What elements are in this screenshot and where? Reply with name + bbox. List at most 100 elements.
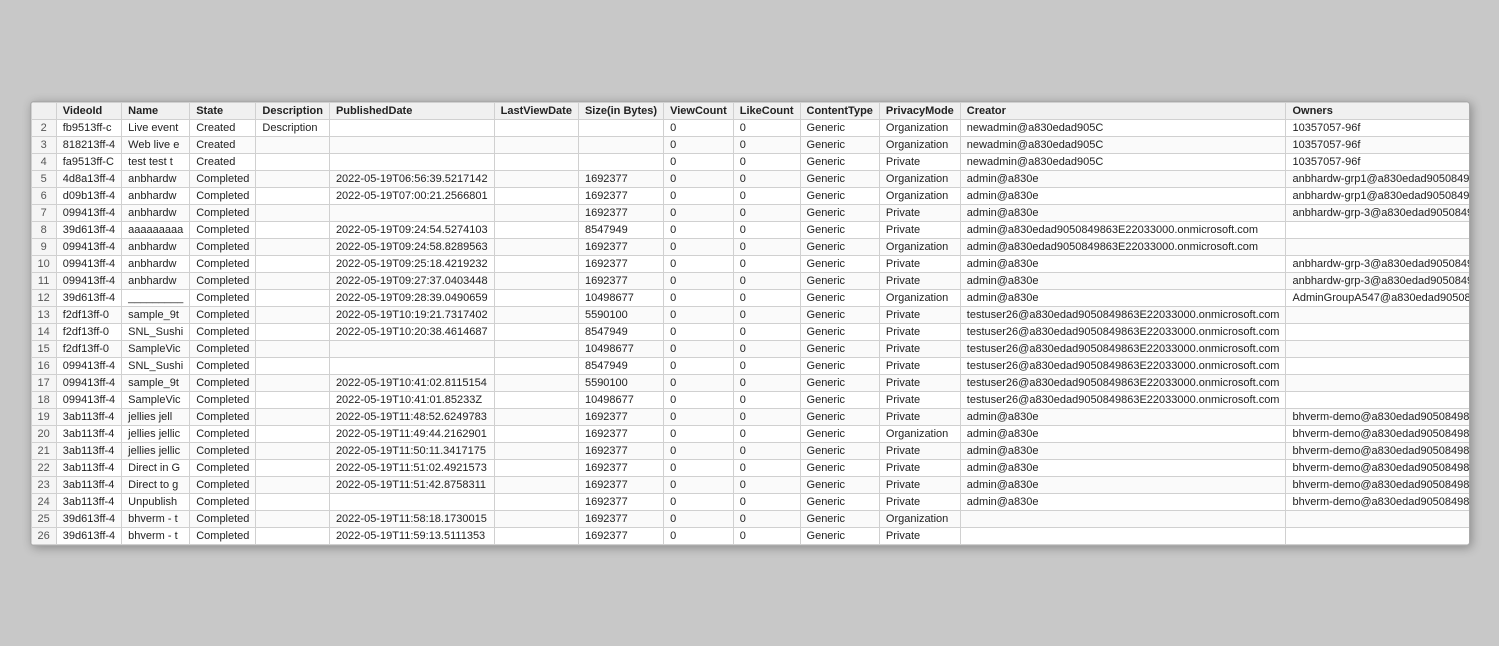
table-row[interactable]: 54d8a13ff-4anbhardwCompleted2022-05-19T0… — [31, 170, 1469, 187]
table-row[interactable]: 839d613ff-4aaaaaaaaaCompleted2022-05-19T… — [31, 221, 1469, 238]
cell-name: jellies jellic — [122, 425, 190, 442]
table-row[interactable]: 15f2df13ff-0SampleVicCompleted1049867700… — [31, 340, 1469, 357]
table-row[interactable]: 9099413ff-4anbhardwCompleted2022-05-19T0… — [31, 238, 1469, 255]
cell-creator: testuser26@a830edad9050849863E22033000.o… — [960, 391, 1286, 408]
cell-publisheddate: 2022-05-19T11:48:52.6249783 — [329, 408, 494, 425]
cell-videoid: d09b13ff-4 — [56, 187, 121, 204]
table-row[interactable]: 16099413ff-4SNL_SushiCompleted854794900G… — [31, 357, 1469, 374]
table-row[interactable]: 14f2df13ff-0SNL_SushiCompleted2022-05-19… — [31, 323, 1469, 340]
table-row[interactable]: 17099413ff-4sample_9tCompleted2022-05-19… — [31, 374, 1469, 391]
cell-viewcount: 0 — [664, 221, 734, 238]
cell-name: sample_9t — [122, 374, 190, 391]
row-number: 13 — [31, 306, 56, 323]
cell-creator: testuser26@a830edad9050849863E22033000.o… — [960, 374, 1286, 391]
cell-name: anbhardw — [122, 255, 190, 272]
table-row[interactable]: 7099413ff-4anbhardwCompleted169237700Gen… — [31, 204, 1469, 221]
table-row[interactable]: 2539d613ff-4bhverm - tCompleted2022-05-1… — [31, 510, 1469, 527]
cell-description — [256, 493, 330, 510]
cell-size-in-bytes-: 1692377 — [578, 272, 663, 289]
cell-lastviewdate — [494, 391, 578, 408]
cell-name: Unpublish — [122, 493, 190, 510]
table-row[interactable]: 1239d613ff-4_________Completed2022-05-19… — [31, 289, 1469, 306]
table-row[interactable]: 3818213ff-4Web live eCreated00GenericOrg… — [31, 136, 1469, 153]
cell-privacymode: Private — [879, 527, 960, 544]
table-row[interactable]: 2fb9513ff-cLive eventCreatedDescription0… — [31, 119, 1469, 136]
cell-likecount: 0 — [733, 153, 800, 170]
cell-likecount: 0 — [733, 425, 800, 442]
table-row[interactable]: 193ab113ff-4jellies jellCompleted2022-05… — [31, 408, 1469, 425]
cell-description — [256, 221, 330, 238]
table-row[interactable]: 243ab113ff-4UnpublishCompleted169237700G… — [31, 493, 1469, 510]
cell-state: Completed — [190, 510, 256, 527]
cell-lastviewdate — [494, 459, 578, 476]
cell-lastviewdate — [494, 238, 578, 255]
cell-owners: bhverm-demo@a830edad9050849863E22033000.… — [1286, 493, 1469, 510]
cell-lastviewdate — [494, 221, 578, 238]
cell-lastviewdate — [494, 357, 578, 374]
cell-size-in-bytes-: 1692377 — [578, 255, 663, 272]
cell-creator: admin@a830e — [960, 476, 1286, 493]
cell-state: Completed — [190, 204, 256, 221]
cell-creator: newadmin@a830edad905C — [960, 119, 1286, 136]
cell-publisheddate: 2022-05-19T09:24:54.5274103 — [329, 221, 494, 238]
table-row[interactable]: 223ab113ff-4Direct in GCompleted2022-05-… — [31, 459, 1469, 476]
cell-creator: admin@a830edad9050849863E22033000.onmicr… — [960, 238, 1286, 255]
row-number: 15 — [31, 340, 56, 357]
cell-lastviewdate — [494, 272, 578, 289]
cell-publisheddate: 2022-05-19T07:00:21.2566801 — [329, 187, 494, 204]
cell-likecount: 0 — [733, 306, 800, 323]
table-row[interactable]: 10099413ff-4anbhardwCompleted2022-05-19T… — [31, 255, 1469, 272]
cell-state: Created — [190, 153, 256, 170]
table-row[interactable]: 4fa9513ff-Ctest test tCreated00GenericPr… — [31, 153, 1469, 170]
cell-size-in-bytes- — [578, 153, 663, 170]
table-row[interactable]: 11099413ff-4anbhardwCompleted2022-05-19T… — [31, 272, 1469, 289]
cell-likecount: 0 — [733, 493, 800, 510]
cell-privacymode: Organization — [879, 289, 960, 306]
table-row[interactable]: 13f2df13ff-0sample_9tCompleted2022-05-19… — [31, 306, 1469, 323]
table-row[interactable]: 213ab113ff-4jellies jellicCompleted2022-… — [31, 442, 1469, 459]
cell-videoid: 3ab113ff-4 — [56, 476, 121, 493]
cell-size-in-bytes-: 1692377 — [578, 527, 663, 544]
cell-description — [256, 340, 330, 357]
cell-owners — [1286, 527, 1469, 544]
cell-lastviewdate — [494, 493, 578, 510]
cell-privacymode: Private — [879, 340, 960, 357]
cell-videoid: 3ab113ff-4 — [56, 442, 121, 459]
table-row[interactable]: 203ab113ff-4jellies jellicCompleted2022-… — [31, 425, 1469, 442]
cell-state: Completed — [190, 527, 256, 544]
cell-publisheddate: 2022-05-19T11:50:11.3417175 — [329, 442, 494, 459]
cell-contenttype: Generic — [800, 153, 879, 170]
cell-lastviewdate — [494, 170, 578, 187]
cell-owners — [1286, 374, 1469, 391]
cell-size-in-bytes-: 10498677 — [578, 289, 663, 306]
cell-description — [256, 425, 330, 442]
cell-videoid: 099413ff-4 — [56, 204, 121, 221]
row-number: 2 — [31, 119, 56, 136]
cell-state: Completed — [190, 442, 256, 459]
cell-state: Created — [190, 119, 256, 136]
row-number: 23 — [31, 476, 56, 493]
cell-description — [256, 459, 330, 476]
cell-description — [256, 170, 330, 187]
cell-viewcount: 0 — [664, 425, 734, 442]
cell-viewcount: 0 — [664, 459, 734, 476]
table-row[interactable]: 2639d613ff-4bhverm - tCompleted2022-05-1… — [31, 527, 1469, 544]
cell-videoid: 3ab113ff-4 — [56, 493, 121, 510]
table-row[interactable]: 18099413ff-4SampleVicCompleted2022-05-19… — [31, 391, 1469, 408]
cell-description — [256, 289, 330, 306]
cell-videoid: 3ab113ff-4 — [56, 408, 121, 425]
table-row[interactable]: 233ab113ff-4Direct to gCompleted2022-05-… — [31, 476, 1469, 493]
cell-publisheddate — [329, 119, 494, 136]
cell-publisheddate: 2022-05-19T09:27:37.0403448 — [329, 272, 494, 289]
cell-owners — [1286, 510, 1469, 527]
cell-publisheddate: 2022-05-19T09:25:18.4219232 — [329, 255, 494, 272]
row-number: 3 — [31, 136, 56, 153]
table-row[interactable]: 6d09b13ff-4anbhardwCompleted2022-05-19T0… — [31, 187, 1469, 204]
cell-name: anbhardw — [122, 204, 190, 221]
spreadsheet-container[interactable]: VideoIdNameStateDescriptionPublishedDate… — [31, 102, 1469, 545]
cell-publisheddate: 2022-05-19T06:56:39.5217142 — [329, 170, 494, 187]
cell-privacymode: Private — [879, 204, 960, 221]
cell-size-in-bytes-: 1692377 — [578, 493, 663, 510]
cell-publisheddate — [329, 136, 494, 153]
cell-description — [256, 442, 330, 459]
